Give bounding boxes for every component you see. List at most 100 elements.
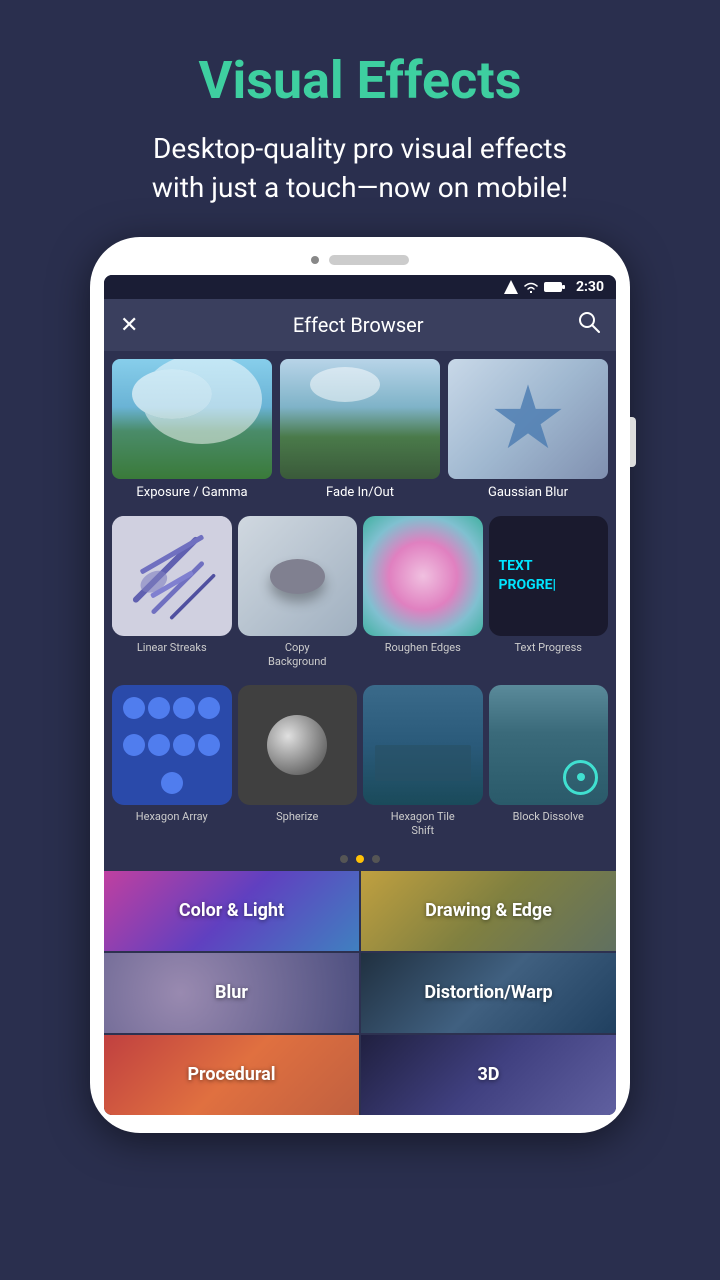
gaussian-visual — [448, 359, 608, 479]
hex-dot — [173, 697, 195, 719]
effect-thumb-linear — [112, 516, 232, 636]
effect-thumb-fade — [280, 359, 440, 479]
linear-visual — [112, 516, 232, 636]
category-label-distortion: Distortion/Warp — [424, 982, 552, 1003]
app-bar-title: Effect Browser — [150, 313, 566, 337]
status-time: 2:30 — [576, 279, 604, 295]
dot-1[interactable] — [340, 855, 348, 863]
exposure-visual — [112, 359, 272, 479]
category-distortion[interactable]: Distortion/Warp — [361, 953, 616, 1033]
category-label-blur: Blur — [215, 982, 248, 1003]
hex-dot — [173, 734, 195, 756]
category-blur[interactable]: Blur — [104, 953, 359, 1033]
header-section: Visual Effects Desktop-quality pro visua… — [0, 0, 720, 237]
effect-thumb-spherize — [238, 685, 358, 805]
hex-dot — [198, 697, 220, 719]
category-label-procedural: Procedural — [187, 1064, 275, 1085]
effect-thumb-gaussian — [448, 359, 608, 479]
effect-cell-linear[interactable]: Linear Streaks — [112, 516, 232, 669]
effect-label-roughen: Roughen Edges — [385, 641, 461, 655]
effects-grid-row2: Hexagon Array Spherize Hexagon TileShift — [104, 677, 616, 846]
fade-visual — [280, 359, 440, 479]
search-icon — [578, 311, 600, 333]
effect-cell-block-dissolve[interactable]: Block Dissolve — [489, 685, 609, 838]
text-progress-line1: TEXT — [499, 557, 533, 577]
dissolve-circle — [563, 760, 598, 795]
copy-bg-shape — [270, 559, 325, 594]
roughen-visual — [363, 516, 483, 636]
star-shape — [493, 384, 563, 454]
phone-frame: 2:30 ✕ Effect Browser Exposure / Gamma — [90, 237, 630, 1132]
effect-label-fade: Fade In/Out — [280, 479, 440, 508]
app-bar: ✕ Effect Browser — [104, 299, 616, 351]
block-dissolve-visual — [489, 685, 609, 805]
search-button[interactable] — [578, 311, 600, 339]
hex-dot — [123, 734, 145, 756]
spherize-visual — [238, 685, 358, 805]
effect-label-linear: Linear Streaks — [137, 641, 207, 655]
dot-2[interactable] — [356, 855, 364, 863]
linear-streaks-svg — [112, 516, 232, 636]
status-icons — [504, 280, 566, 294]
effect-label-gaussian: Gaussian Blur — [448, 479, 608, 508]
dots-indicator — [104, 847, 616, 871]
dot-3[interactable] — [372, 855, 380, 863]
hex-dot — [148, 697, 170, 719]
category-grid: Color & Light Drawing & Edge Blur Distor… — [104, 871, 616, 1115]
category-label-3d: 3D — [477, 1064, 499, 1085]
page-title: Visual Effects — [60, 50, 660, 111]
close-button[interactable]: ✕ — [120, 313, 138, 338]
effect-thumb-hex-array — [112, 685, 232, 805]
sphere-shape — [267, 715, 327, 775]
copy-bg-visual — [238, 516, 358, 636]
effect-label-copy-bg: CopyBackground — [268, 641, 326, 670]
page-subtitle: Desktop-quality pro visual effectswith j… — [60, 129, 660, 207]
phone-camera — [311, 256, 319, 264]
hex-dot — [198, 734, 220, 756]
effect-thumb-block-dissolve — [489, 685, 609, 805]
effects-grid-row1: Linear Streaks CopyBackground Roughen Ed… — [104, 508, 616, 677]
category-procedural[interactable]: Procedural — [104, 1035, 359, 1115]
effect-thumb-exposure — [112, 359, 272, 479]
wifi-icon — [523, 281, 539, 293]
status-bar: 2:30 — [104, 275, 616, 299]
category-color-light[interactable]: Color & Light — [104, 871, 359, 951]
text-progress-visual: TEXT PROGRE| — [489, 516, 609, 636]
effect-item-exposure[interactable]: Exposure / Gamma — [112, 359, 272, 508]
effect-cell-text-progress[interactable]: TEXT PROGRE| Text Progress — [489, 516, 609, 669]
effect-thumb-hex-tile — [363, 685, 483, 805]
effect-cell-hex-array[interactable]: Hexagon Array — [112, 685, 232, 838]
effect-thumb-text-progress: TEXT PROGRE| — [489, 516, 609, 636]
text-progress-line2: PROGRE| — [499, 576, 557, 596]
top-effects-scroll: Exposure / Gamma Fade In/Out Gaussian Bl… — [104, 351, 616, 508]
effect-cell-roughen[interactable]: Roughen Edges — [363, 516, 483, 669]
effect-label-spherize: Spherize — [276, 810, 318, 824]
phone-side-button — [630, 417, 636, 467]
effect-thumb-roughen — [363, 516, 483, 636]
hex-array-visual — [112, 685, 232, 805]
hex-dot — [148, 734, 170, 756]
hex-dot — [161, 772, 183, 794]
phone-top-area — [104, 255, 616, 265]
effect-item-gaussian[interactable]: Gaussian Blur — [448, 359, 608, 508]
phone-speaker — [329, 255, 409, 265]
effect-cell-spherize[interactable]: Spherize — [238, 685, 358, 838]
effect-label-block-dissolve: Block Dissolve — [513, 810, 584, 824]
effect-cell-copy-bg[interactable]: CopyBackground — [238, 516, 358, 669]
category-label-color-light: Color & Light — [179, 900, 284, 921]
effect-item-fade[interactable]: Fade In/Out — [280, 359, 440, 508]
category-label-drawing: Drawing & Edge — [425, 900, 552, 921]
phone-screen: 2:30 ✕ Effect Browser Exposure / Gamma — [104, 275, 616, 1114]
effect-label-hex-tile: Hexagon TileShift — [391, 810, 455, 839]
effect-label-text-progress: Text Progress — [515, 641, 582, 655]
effect-cell-hex-tile[interactable]: Hexagon TileShift — [363, 685, 483, 838]
effect-label-exposure: Exposure / Gamma — [112, 479, 272, 508]
battery-icon — [544, 281, 566, 293]
effect-thumb-copy-bg — [238, 516, 358, 636]
effect-label-hex-array: Hexagon Array — [136, 810, 208, 824]
signal-icon — [504, 280, 518, 294]
hex-tile-visual — [363, 685, 483, 805]
hex-dot — [123, 697, 145, 719]
category-drawing-edge[interactable]: Drawing & Edge — [361, 871, 616, 951]
category-3d[interactable]: 3D — [361, 1035, 616, 1115]
